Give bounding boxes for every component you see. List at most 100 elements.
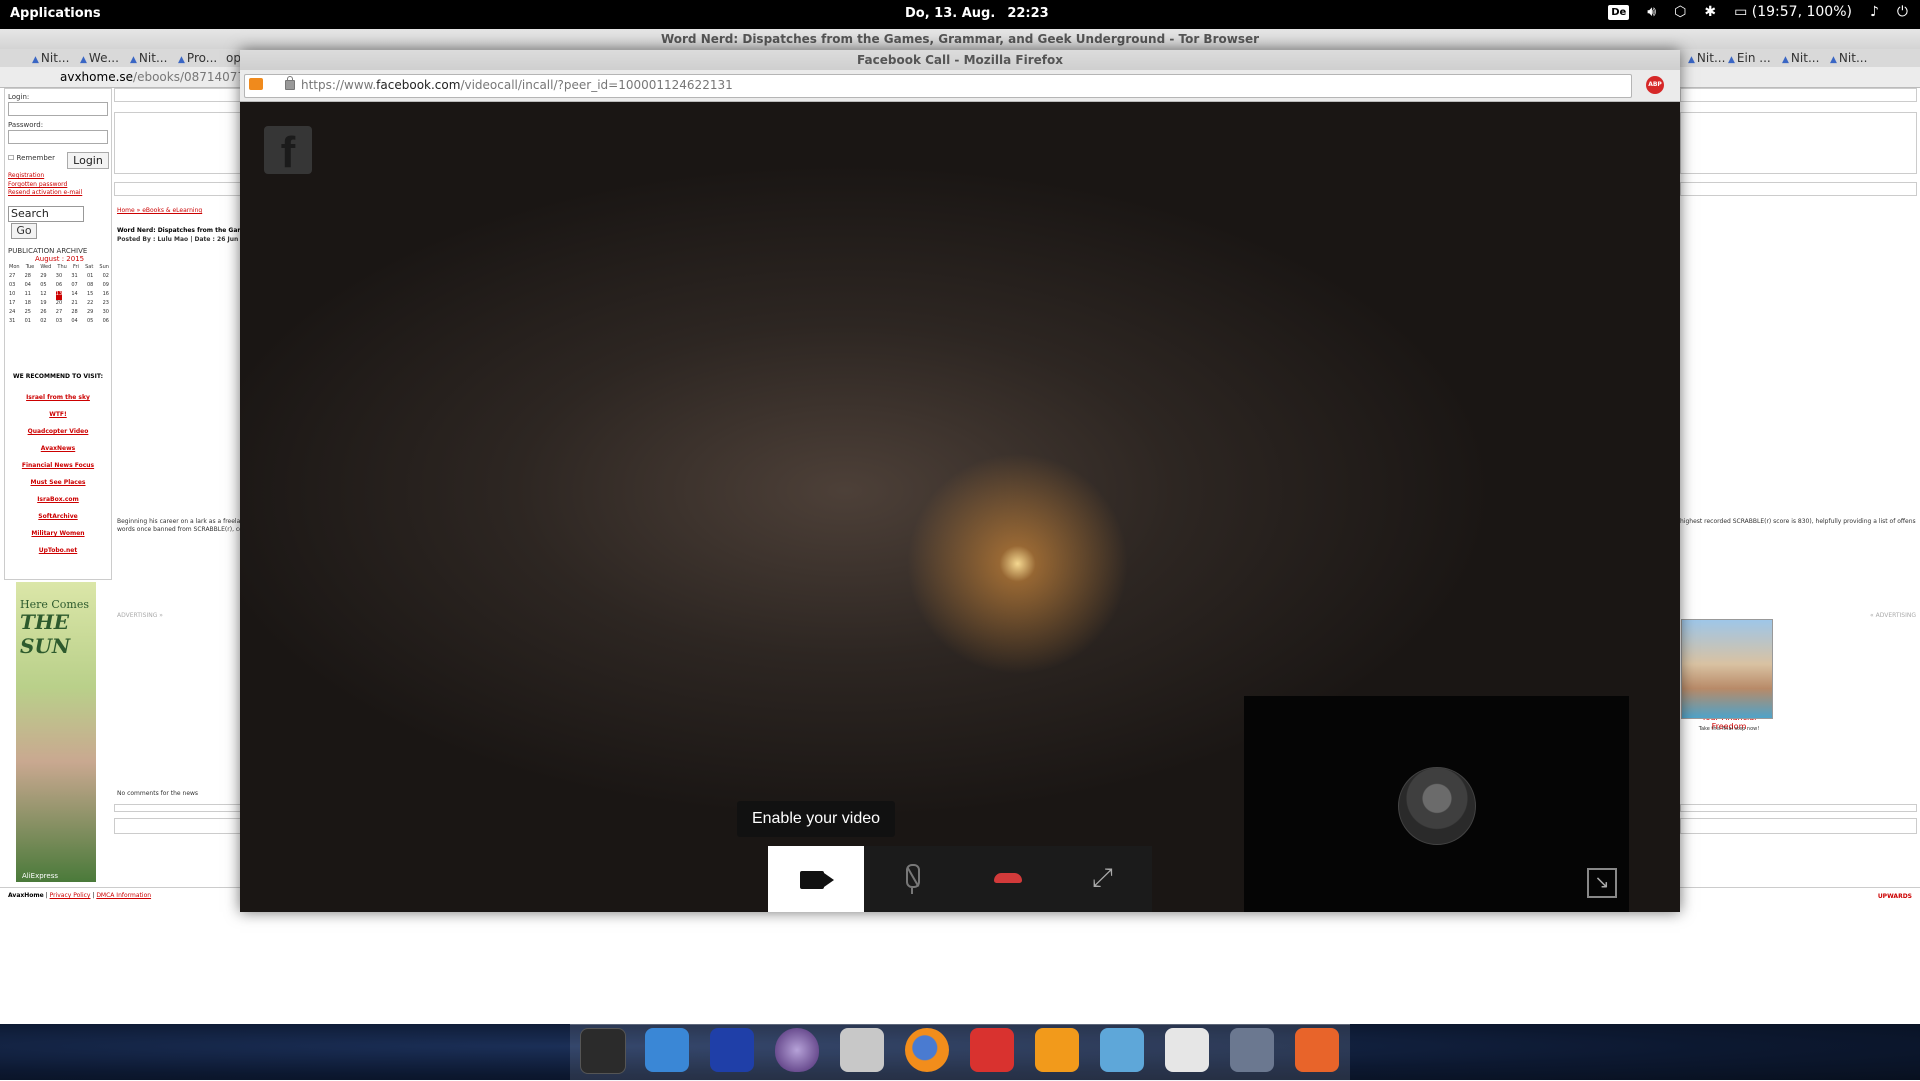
multitasking-icon[interactable] [645, 1028, 689, 1072]
minimize-self-view-button[interactable]: ↘ [1587, 868, 1617, 898]
firefox-window-title: Facebook Call - Mozilla Firefox [240, 50, 1680, 70]
calendar-week: 27 28 29 30 31 01 02 [9, 273, 109, 279]
url-field[interactable]: https://www.facebook.com/videocall/incal… [244, 74, 1632, 98]
page-sidebar: Login: Password: ☐ Remember Login Regist… [4, 88, 112, 580]
tor-browser-icon[interactable] [775, 1028, 819, 1072]
recommend-link[interactable]: Quadcopter Video [5, 428, 111, 435]
video-camera-icon [800, 871, 824, 889]
calendar-month: August : 2015 [35, 255, 85, 263]
article-column-right: highest recorded SCRABBLE(r) score is 83… [1680, 88, 1920, 900]
tor-tab[interactable]: ▲ Ein ... [1724, 50, 1775, 66]
ad-banner-right[interactable] [1681, 619, 1773, 719]
header-box [114, 88, 244, 102]
battery-indicator[interactable]: ▭ (19:57, 100%) [1734, 4, 1852, 20]
tor-tab[interactable]: ▲ Nit... [28, 50, 73, 66]
lock-icon[interactable] [285, 76, 295, 90]
banner-box-right [1680, 112, 1917, 174]
ad-banner-left[interactable]: Here Comes THE SUN AliExpress [16, 582, 96, 882]
registration-link[interactable]: Registration [8, 172, 44, 179]
enable-video-tooltip: Enable your video [737, 801, 895, 837]
music-icon[interactable] [1035, 1028, 1079, 1072]
tor-tab[interactable]: ▲ Nit... [1826, 50, 1871, 66]
calendar-week: 31 01 02 03 04 05 06 [9, 318, 109, 324]
nav-box [114, 182, 244, 196]
article-column: Home » eBooks & eLearning Word Nerd: Dis… [114, 88, 257, 878]
app-center-icon[interactable] [1295, 1028, 1339, 1072]
recommend-link[interactable]: Financial News Focus [5, 462, 111, 469]
network-icon[interactable]: ⬡ [1674, 4, 1686, 20]
tor-tab[interactable]: ▲ Nit... [126, 50, 171, 66]
recommend-link[interactable]: Military Women [5, 530, 111, 537]
terminal-icon[interactable] [580, 1028, 626, 1074]
breadcrumb[interactable]: Home » eBooks & eLearning [117, 207, 202, 214]
switchboard-toggle-icon[interactable] [1165, 1028, 1209, 1072]
header-box-right [1680, 88, 1917, 102]
calendar-week: 03 04 05 06 07 08 09 [9, 282, 109, 288]
date: Do, 13. Aug. [905, 6, 996, 21]
enable-video-button[interactable] [768, 846, 864, 912]
keyboard-layout-indicator[interactable]: De [1608, 4, 1630, 20]
recommend-link[interactable]: WTF! [5, 411, 111, 418]
search-input[interactable]: Search [8, 206, 84, 222]
recommend-link[interactable]: IsraBox.com [5, 496, 111, 503]
adblock-plus-icon[interactable]: ABP [1646, 76, 1664, 94]
url-text[interactable]: https://www.facebook.com/videocall/incal… [301, 78, 733, 92]
tor-tab[interactable]: ▲ Nit... [1684, 50, 1729, 66]
tor-tab[interactable]: ▲ Pro... [174, 50, 221, 66]
mute-microphone-button[interactable] [864, 846, 960, 912]
tor-tab[interactable]: ▲ We... [76, 50, 123, 66]
date-time[interactable]: Do, 13. Aug. 22:23 [905, 6, 1049, 21]
login-button[interactable]: Login [67, 152, 109, 169]
facebook-logo-icon: f [264, 126, 312, 177]
password-field[interactable] [8, 130, 108, 144]
privacy-link[interactable]: Privacy Policy [50, 892, 91, 899]
calendar-week: 24 25 26 27 28 29 30 [9, 309, 109, 315]
recommend-link[interactable]: Israel from the sky [5, 394, 111, 401]
photos-icon[interactable] [1100, 1028, 1144, 1072]
bluetooth-icon[interactable]: ✱ [1704, 4, 1716, 20]
calendar-weekdays: Mon Tue Wed Thu Fri Sat Sun [9, 264, 109, 270]
text-editor-icon[interactable] [710, 1028, 754, 1072]
pdf-icon[interactable] [970, 1028, 1014, 1072]
settings-icon[interactable] [1230, 1028, 1274, 1072]
posted-by: Posted By : Lulu Mao | Date : 26 Jun 201… [117, 236, 258, 243]
advertising-label-right: « ADVERTISING [1870, 612, 1916, 619]
time: 22:23 [1007, 6, 1049, 21]
applications-menu[interactable]: Applications [10, 6, 101, 21]
nav-box-right [1680, 182, 1917, 196]
go-button[interactable]: Go [11, 223, 37, 239]
remember-checkbox[interactable]: ☐ Remember [8, 154, 55, 162]
end-call-button[interactable] [960, 846, 1056, 912]
no-comments: No comments for the news [117, 790, 199, 797]
indicators: De 🔊︎ ⬡ ✱ ▭ (19:57, 100%) ♪ ⏻ [1608, 4, 1908, 20]
dmca-link[interactable]: DMCA Information [96, 892, 151, 899]
calendar-week: 10 11 12 13 14 15 16 [9, 291, 109, 300]
recommend-link[interactable]: UpTobo.net [5, 547, 111, 554]
login-field[interactable] [8, 102, 108, 116]
self-view-panel: ↘ [1244, 696, 1629, 912]
recommend-link[interactable]: Must See Places [5, 479, 111, 486]
volume-icon[interactable]: 🔊︎ [1647, 4, 1656, 20]
recommend-link[interactable]: AvaxNews [5, 445, 111, 452]
forgotten-password-link[interactable]: Forgotten password [8, 181, 67, 188]
camera-sharing-icon[interactable] [249, 78, 263, 90]
tor-url[interactable]: avxhome.se/ebooks/08714077 [60, 70, 245, 84]
tor-tab[interactable]: ▲ Nit... [1778, 50, 1823, 66]
article-title: Word Nerd: Dispatches from the Games [117, 227, 252, 234]
ad-brand: AliExpress [22, 872, 59, 880]
files-icon[interactable] [840, 1028, 884, 1072]
notifications-icon[interactable]: ♪ [1870, 4, 1879, 20]
resend-activation-link[interactable]: Resend activation e-mail [8, 189, 82, 196]
firefox-address-bar: https://www.facebook.com/videocall/incal… [240, 70, 1680, 102]
recommend-link[interactable]: SoftArchive [5, 513, 111, 520]
fullscreen-button[interactable]: ⤢ [1056, 846, 1152, 912]
footer-home[interactable]: AvaxHome [8, 892, 44, 899]
comment-box-right [1680, 804, 1917, 812]
expand-icon: ⤢ [1092, 863, 1113, 893]
upwards-link[interactable]: UPWARDS [1878, 893, 1912, 900]
power-icon[interactable]: ⏻ [1897, 4, 1908, 20]
ad-right-sub: Take this final step now! [1698, 726, 1760, 732]
article-text-right: highest recorded SCRABBLE(r) score is 83… [1680, 518, 1916, 525]
firefox-icon[interactable] [905, 1028, 949, 1072]
page-footer: AvaxHome | Privacy Policy | DMCA Informa… [8, 892, 152, 899]
